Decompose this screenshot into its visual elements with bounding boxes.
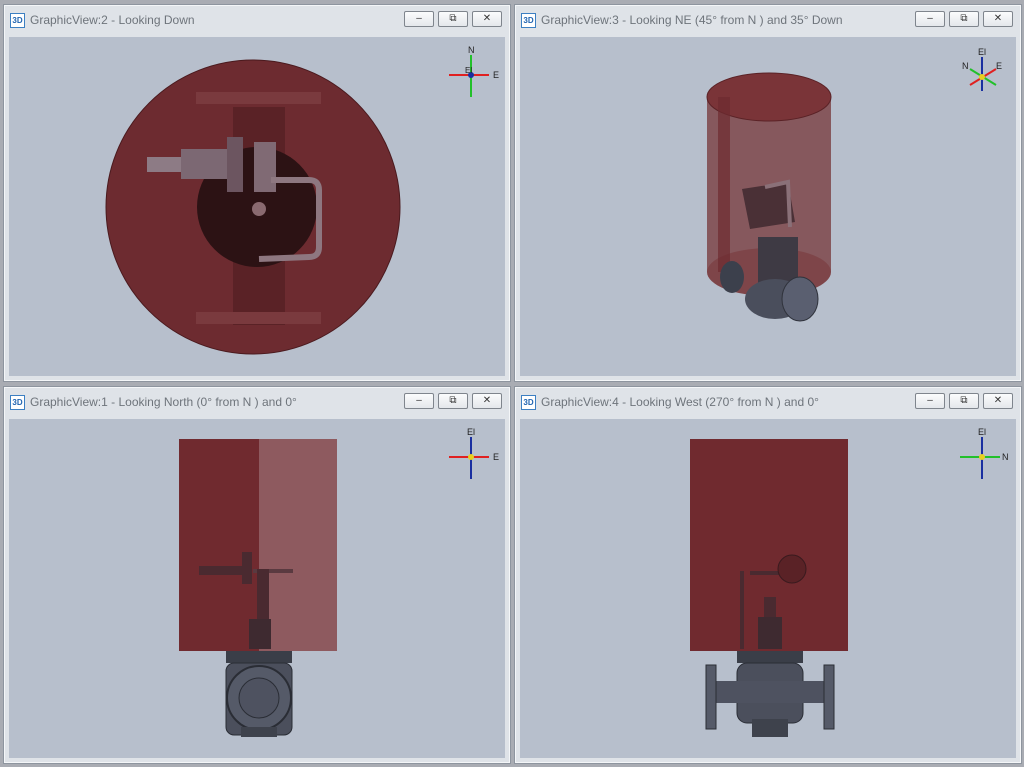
window-title: GraphicView:4 - Looking West (270° from … — [541, 395, 819, 409]
model-render — [690, 439, 848, 737]
graphic-view-window-1[interactable]: 3D GraphicView:1 - Looking North (0° fro… — [3, 386, 511, 764]
model-render — [105, 59, 401, 355]
axis-label-elevation: El — [978, 47, 986, 57]
3d-app-icon: 3D — [10, 13, 25, 28]
model-render — [179, 439, 337, 737]
flange-west — [720, 261, 744, 293]
flange-right — [823, 664, 835, 730]
3d-app-icon: 3D — [10, 395, 25, 410]
window-title: GraphicView:3 - Looking NE (45° from N )… — [541, 13, 843, 27]
graphic-view-window-2[interactable]: 3D GraphicView:2 - Looking Down – ⧉ ✕ N … — [3, 4, 511, 382]
axis-label-east: E — [493, 70, 499, 80]
window-titlebar[interactable]: 3D GraphicView:1 - Looking North (0° fro… — [4, 387, 510, 419]
window-titlebar[interactable]: 3D GraphicView:3 - Looking NE (45° from … — [515, 5, 1021, 37]
axis-label-north: N — [1002, 452, 1009, 462]
graphic-viewport[interactable]: El N E — [520, 37, 1016, 376]
3d-app-icon: 3D — [521, 395, 536, 410]
flange-south — [196, 312, 321, 324]
3d-app-icon: 3D — [521, 13, 536, 28]
envelope-left — [179, 439, 259, 651]
positioner — [254, 142, 276, 192]
minimize-button[interactable]: – — [915, 393, 945, 409]
model-render — [706, 72, 832, 322]
restore-button[interactable]: ⧉ — [438, 393, 468, 409]
restore-button[interactable]: ⧉ — [949, 11, 979, 27]
restore-button[interactable]: ⧉ — [949, 393, 979, 409]
graphic-view-window-4[interactable]: 3D GraphicView:4 - Looking West (270° fr… — [514, 386, 1022, 764]
graphic-view-window-3[interactable]: 3D GraphicView:3 - Looking NE (45° from … — [514, 4, 1022, 382]
flange-east — [781, 276, 819, 322]
flange-left — [705, 664, 717, 730]
axis-label-elevation: El — [467, 427, 475, 437]
window-title: GraphicView:2 - Looking Down — [30, 13, 195, 27]
orientation-axis-widget: El N E — [962, 47, 1002, 91]
graphic-viewport[interactable]: El E — [9, 419, 505, 758]
close-button[interactable]: ✕ — [472, 393, 502, 409]
flange-north — [196, 92, 321, 104]
actuator-arm — [199, 566, 244, 575]
graphic-viewport[interactable]: El N — [520, 419, 1016, 758]
orientation-axis-widget: El N — [960, 427, 1009, 479]
axis-label-north: N — [962, 61, 969, 71]
bonnet-flange — [737, 651, 803, 663]
axis-label-north: N — [468, 45, 475, 55]
axis-label-elevation: El — [978, 427, 986, 437]
orientation-axis-widget: N E El — [449, 45, 499, 97]
graphic-viewport[interactable]: N E El — [9, 37, 505, 376]
window-titlebar[interactable]: 3D GraphicView:2 - Looking Down – ⧉ ✕ — [4, 5, 510, 37]
axis-label-east: E — [493, 452, 499, 462]
window-title: GraphicView:1 - Looking North (0° from N… — [30, 395, 297, 409]
valve-stem — [764, 597, 776, 617]
close-button[interactable]: ✕ — [472, 11, 502, 27]
close-button[interactable]: ✕ — [983, 11, 1013, 27]
restore-button[interactable]: ⧉ — [438, 11, 468, 27]
minimize-button[interactable]: – — [404, 393, 434, 409]
minimize-button[interactable]: – — [404, 11, 434, 27]
stem-top — [252, 202, 266, 216]
minimize-button[interactable]: – — [915, 11, 945, 27]
axis-label-elevation: El — [465, 66, 472, 75]
close-button[interactable]: ✕ — [983, 393, 1013, 409]
pipe-run — [710, 681, 830, 703]
window-titlebar[interactable]: 3D GraphicView:4 - Looking West (270° fr… — [515, 387, 1021, 419]
positioner — [777, 554, 807, 584]
axis-label-east: E — [996, 61, 1002, 71]
bonnet-flange — [226, 651, 292, 663]
actuator-flange — [227, 137, 243, 192]
orientation-axis-widget: El E — [449, 427, 499, 479]
actuator-housing — [181, 149, 231, 179]
